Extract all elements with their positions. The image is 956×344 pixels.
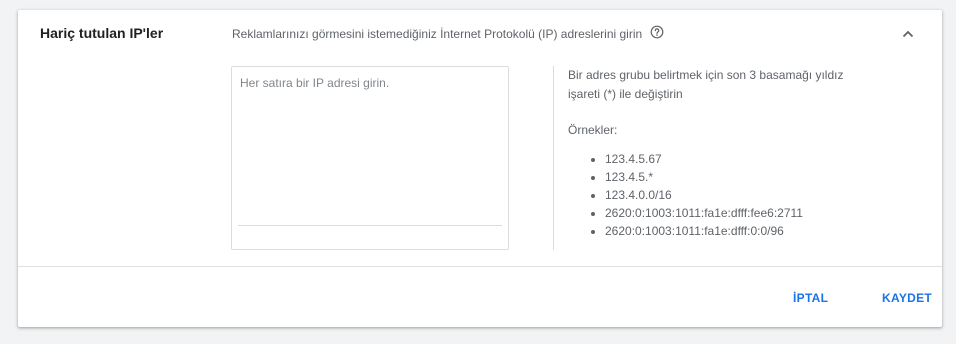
help-text: Bir adres grubu belirtmek için son 3 bas… [568, 68, 844, 101]
section-title: Hariç tutulan IP'ler [40, 25, 164, 41]
example-item: 123.4.5.* [605, 168, 803, 186]
cancel-button[interactable]: İPTAL [793, 291, 828, 305]
section-description: Reklamlarınızı görmesini istemediğiniz İ… [232, 27, 643, 41]
example-item: 123.4.0.0/16 [605, 186, 803, 204]
ip-address-field [231, 66, 509, 250]
save-button[interactable]: KAYDET [882, 291, 932, 305]
vertical-divider [553, 66, 554, 250]
example-item: 2620:0:1003:1011:fa1e:dfff:fee6:2711 [605, 204, 803, 222]
textarea-underline [238, 225, 502, 226]
example-item: 123.4.5.67 [605, 150, 803, 168]
excluded-ips-card: Hariç tutulan IP'ler Reklamlarınızı görm… [18, 10, 942, 327]
help-circle-icon[interactable] [650, 25, 664, 39]
chevron-up-icon[interactable] [901, 27, 915, 41]
ip-address-textarea[interactable] [232, 67, 508, 225]
examples-label: Örnekler: [568, 123, 618, 137]
examples-list: 123.4.5.67 123.4.5.* 123.4.0.0/16 2620:0… [568, 150, 803, 240]
example-item: 2620:0:1003:1011:fa1e:dfff:0:0/96 [605, 222, 803, 240]
footer-divider [18, 266, 942, 267]
